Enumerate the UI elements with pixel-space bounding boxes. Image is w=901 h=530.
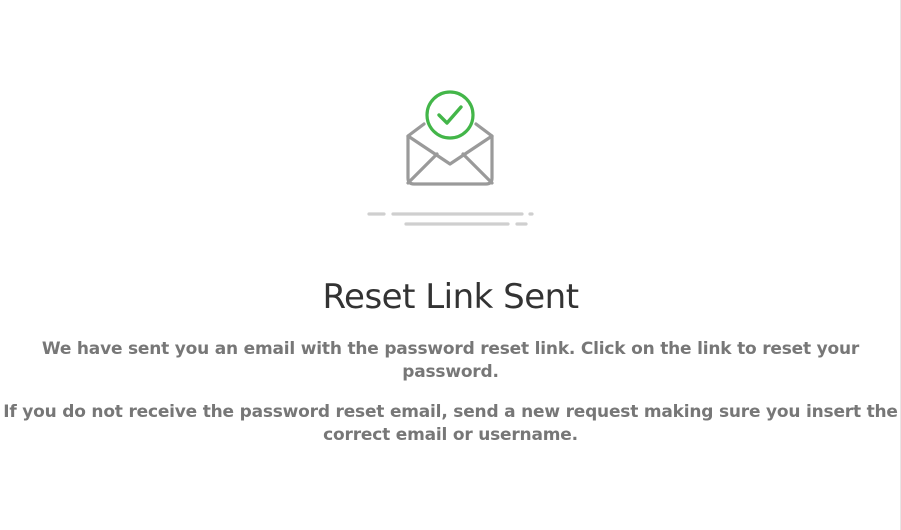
reset-sent-message: We have sent you an email with the passw… — [0, 338, 901, 384]
resend-instructions-message: If you do not receive the password reset… — [0, 401, 901, 447]
reset-sent-message-line: password. — [402, 362, 499, 382]
page-title: Reset Link Sent — [322, 277, 579, 317]
check-circle-icon — [425, 90, 475, 140]
reset-link-sent-page: Reset Link Sent We have sent you an emai… — [0, 0, 901, 530]
resend-instructions-line: correct email or username. — [323, 425, 578, 445]
resend-instructions-line: If you do not receive the password reset… — [3, 402, 898, 422]
envelope-open-icon — [367, 90, 534, 226]
reset-sent-message-line: We have sent you an email with the passw… — [41, 339, 860, 359]
email-sent-illustration — [350, 86, 550, 232]
